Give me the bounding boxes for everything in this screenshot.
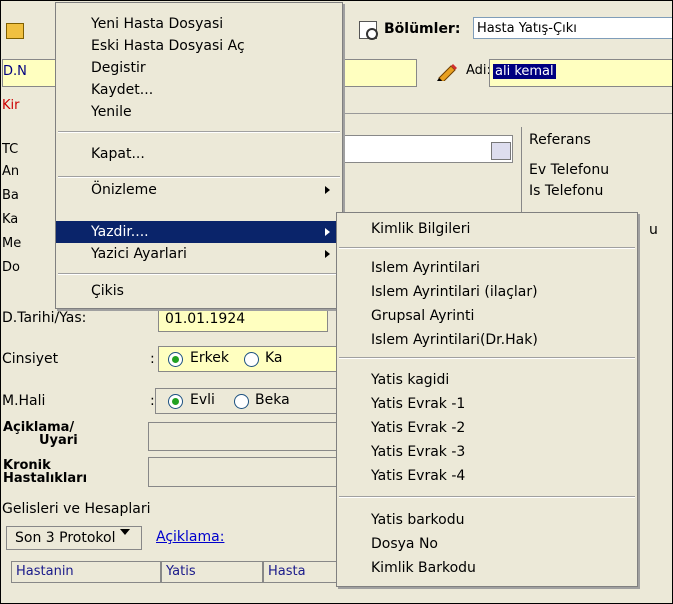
- dtarih-label: D.Tarihi/Yas:: [2, 310, 87, 326]
- submenu-item-islem-drhak[interactable]: Islem Ayrintilari(Dr.Hak): [337, 329, 637, 351]
- bolumler-field[interactable]: Hasta Yatış-Çıkı: [473, 17, 672, 39]
- search-icon[interactable]: [359, 21, 378, 40]
- bolumler-label: Bölümler:: [384, 21, 461, 37]
- menu-item-label: Kapat...: [91, 146, 145, 162]
- menu-item-cikis[interactable]: Çikis: [56, 280, 342, 302]
- menu-item-label: Yenile: [91, 104, 132, 120]
- chevron-right-icon: [325, 228, 330, 236]
- submenu-item-yatis-barkodu[interactable]: Yatis barkodu: [337, 509, 637, 531]
- menu-separator: [339, 247, 635, 249]
- left-label: TC: [2, 142, 19, 157]
- submenu-item-grupsal-ayrinti[interactable]: Grupsal Ayrinti: [337, 305, 637, 327]
- menu-separator: [58, 273, 340, 275]
- menu-item-kaydet[interactable]: Kaydet...: [56, 79, 342, 101]
- mhali-colon: :: [150, 393, 155, 409]
- gelisler-label: Gelisleri ve Hesaplari: [2, 501, 151, 517]
- kir-label: Kir: [2, 98, 20, 113]
- dno-label: D.N: [3, 64, 27, 79]
- submenu-item-yatis-evrak-2[interactable]: Yatis Evrak -2: [337, 417, 637, 439]
- group-divider: [341, 113, 672, 114]
- submenu-item-kimlik-barkodu[interactable]: Kimlik Barkodu: [337, 557, 637, 579]
- chevron-down-icon[interactable]: [120, 529, 130, 535]
- cinsiyet-colon: :: [150, 351, 155, 367]
- menu-item-label: Önizleme: [91, 182, 157, 198]
- chevron-right-icon: [325, 186, 330, 194]
- radio-evli-label[interactable]: Evli: [190, 392, 215, 408]
- adi-label: Adi:: [466, 63, 491, 78]
- table-header-hasta[interactable]: Hasta: [263, 561, 339, 583]
- submenu-item-yatis-evrak-1[interactable]: Yatis Evrak -1: [337, 393, 637, 415]
- menu-item-label: Yeni Hasta Dosyasi: [91, 16, 224, 32]
- radio-erkek-label[interactable]: Erkek: [190, 350, 229, 366]
- calculator-icon[interactable]: [491, 142, 511, 160]
- submenu-item-islem-ilaclar[interactable]: Islem Ayrintilari (ilaçlar): [337, 281, 637, 303]
- pencil-icon[interactable]: [437, 63, 459, 81]
- submenu-item-dosya-no[interactable]: Dosya No: [337, 533, 637, 555]
- application-window: Bölümler: Hasta Yatış-Çıkı D.N Adi: ali …: [0, 0, 673, 604]
- cinsiyet-label: Cinsiyet: [2, 351, 59, 367]
- menu-item-label: Degistir: [91, 60, 146, 76]
- submenu-item-yatis-evrak-3[interactable]: Yatis Evrak -3: [337, 441, 637, 463]
- menu-item-label: Yazici Ayarlari: [91, 246, 187, 262]
- submenu-item-islem-ayrintilari[interactable]: Islem Ayrintilari: [337, 257, 637, 279]
- menu-item-yazici-ayarlari[interactable]: Yazici Ayarlari: [56, 243, 342, 265]
- submenu-item-yatis-evrak-4[interactable]: Yatis Evrak -4: [337, 465, 637, 487]
- menu-item-eski-hasta[interactable]: Eski Hasta Dosyasi Aç: [56, 35, 342, 57]
- radio-evli[interactable]: [168, 394, 183, 409]
- kronik-field[interactable]: [148, 457, 340, 487]
- table-header-hastanin[interactable]: Hastanin: [11, 561, 161, 583]
- yazdir-submenu: Kimlik Bilgileri Islem Ayrintilari Islem…: [336, 212, 638, 587]
- radio-kadin-label[interactable]: Ka: [265, 350, 283, 366]
- table-header-yatis[interactable]: Yatis: [161, 561, 263, 583]
- hastaliklari-label: Hastalıkları: [3, 471, 88, 486]
- menu-separator: [339, 496, 635, 498]
- partial-label: u: [649, 222, 658, 238]
- document-icon: [6, 23, 24, 39]
- left-label: Me: [2, 236, 22, 251]
- menu-item-yenile[interactable]: Yenile: [56, 101, 342, 123]
- left-label: Ka: [2, 212, 19, 227]
- left-label: Ba: [2, 188, 19, 203]
- menu-item-yazdir[interactable]: Yazdir....: [56, 221, 342, 243]
- dtarih-field[interactable]: 01.01.1924: [158, 306, 328, 332]
- ev-telefonu-label: Ev Telefonu: [529, 162, 610, 178]
- tc-field[interactable]: [341, 135, 513, 163]
- left-label: Do: [2, 260, 20, 275]
- menu-separator: [58, 131, 340, 133]
- uyari-label: Uyari: [39, 433, 78, 448]
- file-menu: Yeni Hasta Dosyasi Eski Hasta Dosyasi Aç…: [55, 2, 343, 309]
- menu-separator: [58, 176, 340, 178]
- radio-bekar[interactable]: [234, 394, 249, 409]
- menu-item-kapat[interactable]: Kapat...: [56, 143, 342, 165]
- referans-label: Referans: [529, 132, 591, 148]
- menu-item-label: Yazdir....: [91, 224, 149, 240]
- radio-bekar-label[interactable]: Beka: [255, 392, 290, 408]
- menu-item-onizleme[interactable]: Önizleme: [56, 179, 342, 201]
- menu-separator: [339, 357, 635, 359]
- left-label: An: [2, 164, 20, 179]
- radio-kadin[interactable]: [244, 352, 259, 367]
- menu-item-yeni-hasta[interactable]: Yeni Hasta Dosyasi: [56, 13, 342, 35]
- mhali-label: M.Hali: [2, 393, 46, 409]
- aciklama-link[interactable]: Açiklama:: [156, 529, 224, 545]
- submenu-item-yatis-kagidi[interactable]: Yatis kagidi: [337, 369, 637, 391]
- menu-item-label: Kaydet...: [91, 82, 154, 98]
- menu-item-degistir[interactable]: Degistir: [56, 57, 342, 79]
- adi-value[interactable]: ali kemal: [493, 64, 556, 79]
- radio-erkek[interactable]: [168, 352, 183, 367]
- menu-item-label: Çikis: [91, 283, 124, 299]
- menu-item-label: Eski Hasta Dosyasi Aç: [91, 38, 245, 54]
- aciklama-field[interactable]: [148, 422, 340, 451]
- submenu-item-kimlik-bilgileri[interactable]: Kimlik Bilgileri: [337, 218, 637, 240]
- chevron-right-icon: [325, 250, 330, 258]
- is-telefonu-label: Is Telefonu: [529, 183, 604, 199]
